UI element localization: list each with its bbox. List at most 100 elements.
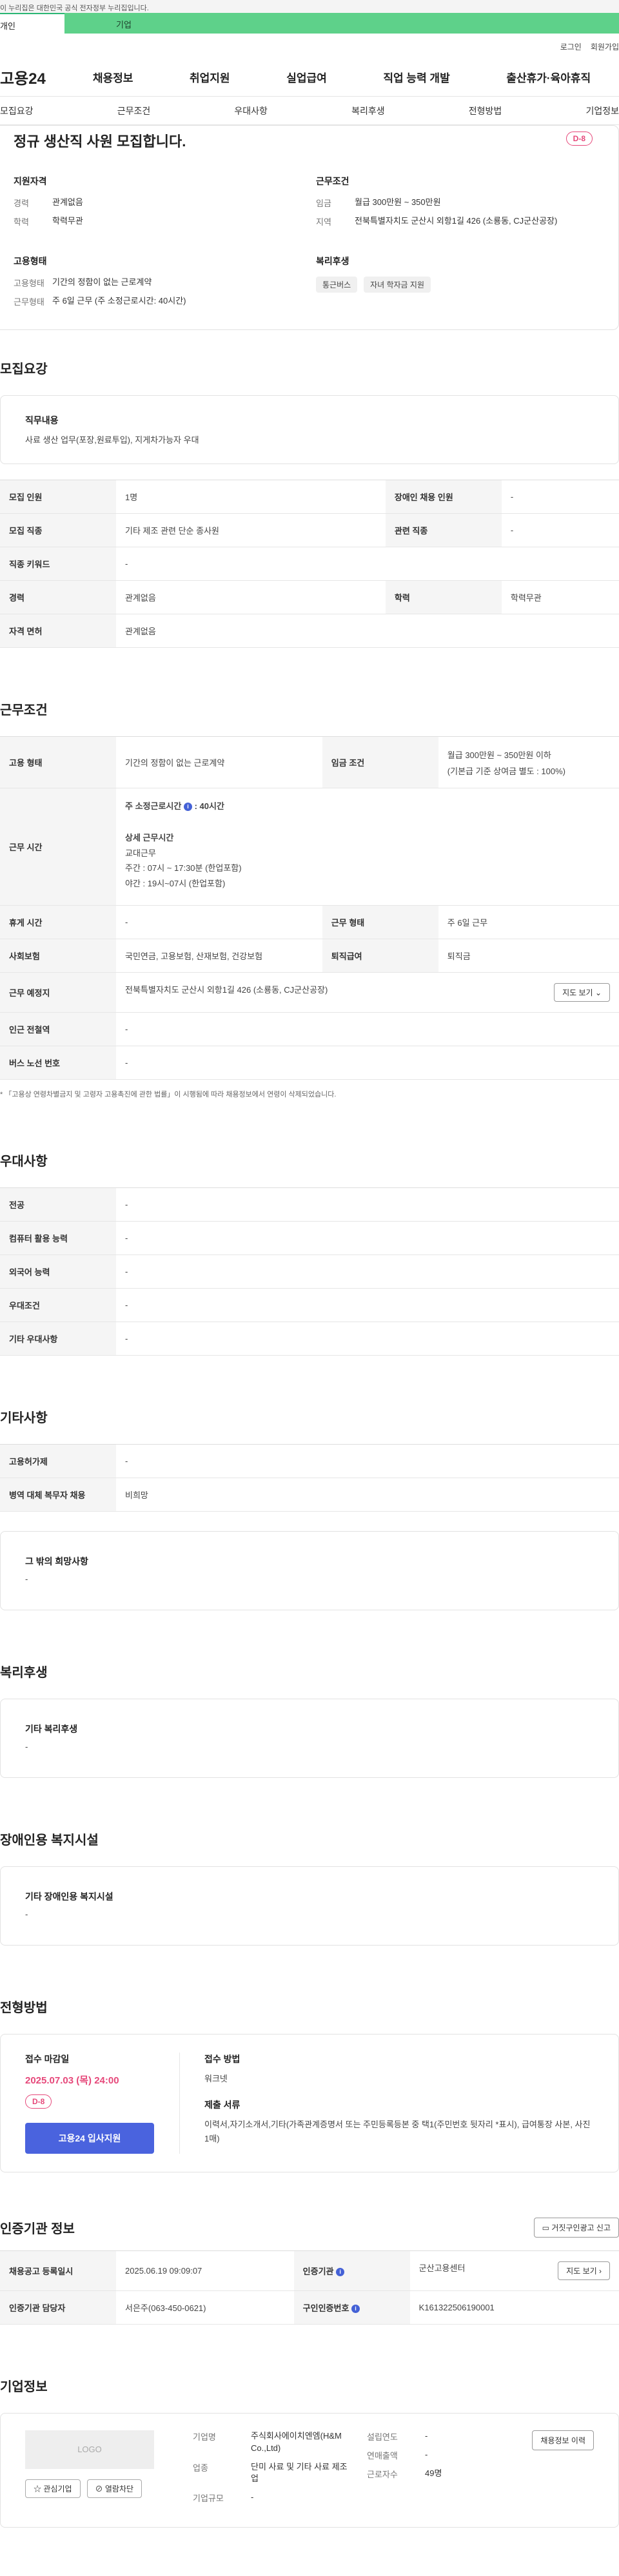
subnav-preference[interactable]: 우대사항 — [234, 104, 268, 117]
docs-value: 이력서,자기소개서,기타(가족관계증명서 또는 주민등록등본 중 택1(주민번호… — [204, 2119, 591, 2144]
value: 주 6일 근무 (주 소정근로시간: 40시간) — [52, 296, 186, 306]
value: 관계없음 — [52, 197, 83, 207]
chevron-down-icon: ⌄ — [594, 988, 602, 997]
tab-personal[interactable]: 개인 — [0, 13, 64, 34]
apply-button[interactable]: 고용24 입사지원 — [25, 2122, 154, 2154]
cell-header: 인근 전철역 — [0, 1012, 116, 1046]
weekly-hours-label: 주 소정근로시간 — [125, 801, 182, 811]
value: 기간의 정함이 없는 근로계약 — [52, 277, 152, 287]
info-icon[interactable]: i — [351, 2305, 360, 2314]
menu-employment-support[interactable]: 취업지원 — [190, 69, 230, 85]
table-row: 경력 관계없음 학력 학력무관 — [0, 580, 619, 614]
subnav-welfare[interactable]: 복리후생 — [351, 104, 385, 117]
subnav-company[interactable]: 기업정보 — [585, 104, 619, 117]
interest-company-button[interactable]: ☆ 관심기업 — [25, 2479, 81, 2498]
menu-leave[interactable]: 출산휴가·육아휴직 — [506, 69, 591, 85]
cell-value: - — [501, 480, 619, 514]
table-row: 사회보험 국민연금, 고용보험, 산재보험, 건강보험 퇴직급여 퇴직금 — [0, 939, 619, 973]
employment-block: 고용형태 고용형태 기간의 정함이 없는 근로계약 근무형태 주 6일 근무 (주 … — [14, 255, 290, 314]
block-icon: ⊘ — [95, 2484, 103, 2493]
report-fake-ad-button[interactable]: ▭ 거짓구인광고 신고 — [533, 2217, 619, 2238]
table-row: 휴게 시간 - 근무 형태 주 6일 근무 — [0, 905, 619, 939]
tab-company-label: 기업 — [116, 20, 132, 30]
report-fake-ad-label: 거짓구인광고 신고 — [551, 2223, 611, 2232]
main-nav: 고용24 채용정보 취업지원 실업급여 직업 능력 개발 출산휴가·육아휴직 — [0, 58, 619, 97]
table-row: 기타 우대사항 - — [0, 1322, 619, 1356]
cell-header: 휴게 시간 — [0, 905, 116, 939]
deadline-value: 2025.07.03 (목) 24:00 — [25, 2074, 119, 2086]
company-name: 주식회사에이치엔엠(H&M Co.,Ltd) — [251, 2430, 342, 2453]
cell-value: - — [116, 1288, 619, 1322]
cell-header: 직종 키워드 — [0, 547, 116, 581]
hours-line: 주간 : 07시 ~ 17:30분 (한업포함) — [125, 863, 242, 873]
age-note: * 「고용상 연령차별금지 및 고령자 고용촉진에 관한 법률」이 시행됨에 따… — [0, 1090, 337, 1098]
cell-header: 학력 — [385, 580, 502, 614]
login-link[interactable]: 로그인 — [560, 41, 582, 58]
menu-unemployment[interactable]: 실업급여 — [286, 69, 327, 85]
menu-jobs[interactable]: 채용정보 — [93, 69, 133, 85]
disability-box-text: - — [25, 1909, 28, 1919]
deadline-label: 접수 마감일 — [25, 2053, 70, 2064]
table-row: 채용공고 등록일시 2025.06.19 09:09:07 인증기관 i 군산고용센터… — [0, 2250, 619, 2291]
selection-card: 접수 마감일 2025.07.03 (목) 24:00 D-8 고용24 입사지… — [0, 2033, 619, 2172]
cell-value: - — [116, 905, 322, 939]
star-icon: ☆ — [34, 2484, 42, 2493]
condition-heading: 근무조건 — [316, 176, 349, 186]
section-title-conditions: 근무조건 — [0, 703, 48, 717]
cell-value: 2025.06.19 09:09:07 — [116, 2250, 294, 2291]
info-icon[interactable]: i — [183, 803, 192, 812]
brand-logo[interactable]: 고용24 — [0, 66, 64, 88]
qualification-heading: 지원자격 — [14, 176, 47, 186]
welfare-box-text: - — [25, 1741, 28, 1751]
content: 정규 생산직 사원 모집합니다. D-8 지원자격 경력 관계없음 학력 학력무관 … — [0, 125, 619, 2528]
tab-company[interactable]: 기업 — [64, 13, 619, 34]
cell-value: K161322506190001 — [409, 2290, 619, 2325]
welfare-heading: 복리후생 — [316, 256, 349, 266]
section-title-company: 기업정보 — [0, 2379, 48, 2394]
annual-sales: - — [425, 2449, 428, 2459]
cell-value: - — [116, 1012, 619, 1046]
signup-link[interactable]: 회원가입 — [591, 41, 619, 58]
agency-map-button[interactable]: 지도 보기 › — [558, 2261, 610, 2280]
label: 설립연도 — [367, 2432, 398, 2442]
cell-header: 인증기관 i — [293, 2250, 410, 2291]
preference-table: 전공 - 컴퓨터 활용 능력 - 외국어 능력 - 우대조건 - 기타 우대사항 - — [0, 1187, 619, 1356]
company-actions: 채용정보 이력 — [489, 2430, 594, 2510]
section-title-etc: 기타사항 — [0, 1410, 48, 1425]
map-view-label: 지도 보기 — [562, 988, 593, 997]
subnav-recruit[interactable]: 모집요강 — [0, 104, 34, 117]
duty-box: 직무내용 사료 생산 업무(포장,원료투입), 지게차가능자 우대 — [0, 395, 619, 464]
cell-header: 장애인 채용 인원 — [385, 480, 502, 514]
method-label: 접수 방법 — [204, 2053, 241, 2064]
employee-count: 49명 — [425, 2468, 442, 2478]
label: 근로자수 — [367, 2469, 398, 2479]
cell-header: 사회보험 — [0, 939, 116, 973]
company-scale: - — [251, 2492, 254, 2503]
cell-header: 고용 형태 — [0, 736, 116, 788]
label: 임금 — [316, 199, 331, 208]
subnav-conditions[interactable]: 근무조건 — [117, 104, 151, 117]
condition-block: 근무조건 임금 월급 300만원 ~ 350만원 지역 전북특별자치도 군산시 외항… — [316, 175, 593, 234]
cell-header: 근무 형태 — [322, 905, 438, 939]
label: 경력 — [14, 199, 29, 208]
block-view-button[interactable]: ⊘ 열람차단 — [86, 2479, 142, 2498]
map-view-button[interactable]: 지도 보기 ⌄ — [554, 982, 610, 1002]
label: 지역 — [316, 217, 331, 227]
hours-line: 교대근무 — [125, 848, 156, 858]
cell-value: 비희망 — [116, 1478, 619, 1512]
subnav-selection[interactable]: 전형방법 — [469, 104, 502, 117]
weekly-hours-value: : 40시간 — [194, 801, 224, 811]
industry: 단미 사료 및 기타 사료 제조업 — [251, 2461, 348, 2484]
cell-value: 학력무관 — [501, 580, 619, 614]
method-panel: 접수 방법 워크넷 제출 서류 이력서,자기소개서,기타(가족관계증명서 또는 … — [180, 2053, 594, 2154]
info-icon[interactable]: i — [336, 2268, 345, 2277]
cell-value: - — [116, 1046, 619, 1080]
employment-heading: 고용형태 — [14, 256, 47, 266]
menu-training[interactable]: 직업 능력 개발 — [383, 69, 449, 85]
cell-header: 고용허가제 — [0, 1444, 116, 1478]
value: 학력무관 — [52, 216, 83, 226]
section-nav: 모집요강 근무조건 우대사항 복리후생 전형방법 기업정보 — [0, 97, 619, 125]
job-history-button[interactable]: 채용정보 이력 — [532, 2430, 594, 2450]
cell-header: 구인인증번호 i — [293, 2290, 410, 2325]
document-icon: ▭ — [542, 2223, 549, 2232]
